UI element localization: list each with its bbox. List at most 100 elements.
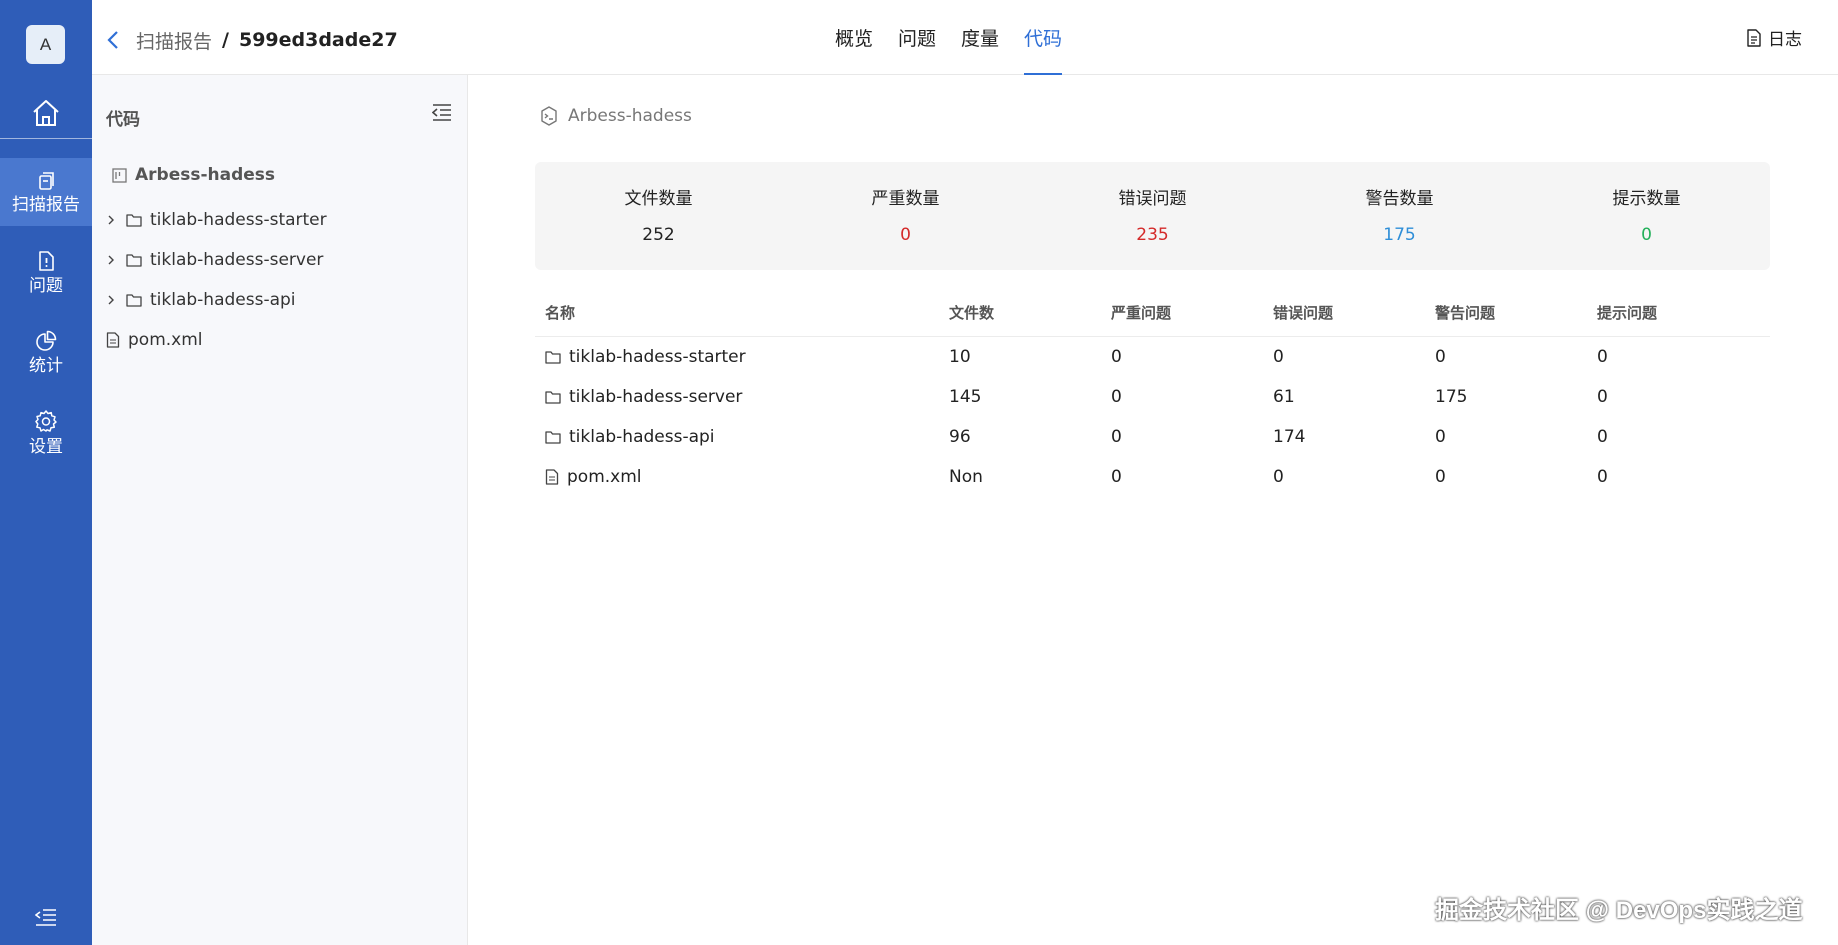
row-name: pom.xml [567, 466, 642, 487]
chevron-right-icon[interactable] [106, 254, 118, 266]
row-name-cell[interactable]: tiklab-hadess-api [535, 417, 939, 457]
row-critical: 0 [1111, 346, 1122, 367]
folder-icon [545, 350, 561, 364]
row-name: tiklab-hadess-starter [569, 346, 746, 367]
tab-bar: 概览 问题 度量 代码 [835, 0, 1063, 75]
tree-item[interactable]: tiklab-hadess-server [106, 250, 323, 270]
folder-icon [545, 390, 561, 404]
tree-root-label: Arbess-hadess [135, 165, 276, 185]
nav-divider [0, 138, 92, 139]
row-files: 96 [949, 426, 971, 447]
column-header-critical: 严重问题 [1101, 290, 1263, 337]
row-warning: 0 [1435, 346, 1446, 367]
stat-label: 警告数量 [1365, 189, 1434, 209]
tab-issues[interactable]: 问题 [898, 0, 936, 75]
report-icon [39, 171, 54, 190]
breadcrumb-current: 599ed3dade27 [238, 29, 398, 51]
row-hint: 0 [1597, 386, 1608, 407]
log-button[interactable]: 日志 [1746, 0, 1802, 75]
column-header-name: 名称 [535, 290, 939, 337]
row-name-cell[interactable]: pom.xml [535, 457, 939, 497]
stat-critical-count: 严重数量 0 [782, 162, 1029, 270]
watermark: 掘金技术社区 @ DevOps实践之道 [1435, 897, 1803, 924]
pie-chart-icon [36, 330, 57, 351]
stat-file-count: 文件数量 252 [535, 162, 782, 270]
files-table: 名称 文件数 严重问题 错误问题 警告问题 提示问题 tiklab-hadess… [535, 290, 1770, 497]
nav-item-scan-report[interactable]: 扫描报告 [0, 158, 92, 226]
nav-item-settings[interactable]: 设置 [0, 398, 92, 466]
folder-icon [545, 430, 561, 444]
home-button[interactable] [0, 88, 92, 138]
table-row[interactable]: tiklab-hadess-server 145 0 61 175 0 [535, 377, 1770, 417]
stat-hint-count: 提示数量 0 [1523, 162, 1770, 270]
row-critical: 0 [1111, 466, 1122, 487]
repo-header: Arbess-hadess [538, 105, 692, 127]
home-icon [33, 100, 59, 126]
top-header: 扫描报告 / 599ed3dade27 概览 问题 度量 代码 日志 [92, 0, 1838, 75]
nav-item-statistics[interactable]: 统计 [0, 318, 92, 386]
row-name: tiklab-hadess-api [569, 426, 715, 447]
row-error: 0 [1273, 466, 1284, 487]
tree-root[interactable]: Arbess-hadess [112, 165, 275, 185]
issue-file-icon [39, 250, 54, 271]
tree-item-label: tiklab-hadess-server [150, 250, 324, 270]
row-name-cell[interactable]: tiklab-hadess-server [535, 377, 939, 417]
avatar[interactable]: A [26, 25, 65, 64]
file-icon [106, 332, 120, 348]
tree-collapse-button[interactable] [432, 103, 452, 121]
row-hint: 0 [1597, 426, 1608, 447]
row-hint: 0 [1597, 466, 1608, 487]
row-critical: 0 [1111, 386, 1122, 407]
table-row[interactable]: pom.xml Non 0 0 0 0 [535, 457, 1770, 497]
nav-item-label: 扫描报告 [12, 194, 80, 215]
column-header-files: 文件数 [939, 290, 1101, 337]
code-tree-panel: 代码 Arbess-hadess tiklab-hadess-starter t… [92, 75, 468, 945]
tree-item[interactable]: pom.xml [106, 330, 203, 350]
tree-item-label: pom.xml [128, 330, 203, 350]
stat-value: 0 [900, 225, 911, 245]
document-icon [1747, 28, 1761, 47]
row-warning: 0 [1435, 426, 1446, 447]
back-chevron-icon[interactable] [106, 30, 120, 50]
menu-collapse-icon [35, 909, 56, 926]
row-files: 145 [949, 386, 982, 407]
tab-metrics[interactable]: 度量 [961, 0, 999, 75]
file-icon [545, 468, 559, 485]
repo-name: Arbess-hadess [568, 106, 692, 126]
row-warning: 0 [1435, 466, 1446, 487]
row-error: 61 [1273, 386, 1295, 407]
stat-label: 提示数量 [1612, 189, 1681, 209]
row-name: tiklab-hadess-server [569, 386, 743, 407]
stat-value: 235 [1136, 225, 1169, 245]
stat-label: 严重数量 [871, 189, 940, 209]
tree-item[interactable]: tiklab-hadess-starter [106, 210, 327, 230]
tree-item[interactable]: tiklab-hadess-api [106, 290, 296, 310]
sidebar-collapse-button[interactable] [0, 902, 92, 932]
tree-title: 代码 [106, 110, 140, 130]
chevron-right-icon[interactable] [106, 294, 118, 306]
log-label: 日志 [1768, 30, 1802, 50]
nav-item-label: 问题 [29, 275, 63, 296]
column-header-hint: 提示问题 [1587, 290, 1770, 337]
breadcrumb: 扫描报告 / 599ed3dade27 [106, 0, 398, 80]
stats-summary: 文件数量 252 严重数量 0 错误问题 235 警告数量 175 提示数量 0 [535, 162, 1770, 270]
gear-icon [35, 409, 57, 432]
repository-icon [112, 167, 127, 183]
table-row[interactable]: tiklab-hadess-api 96 0 174 0 0 [535, 417, 1770, 457]
table-row[interactable]: tiklab-hadess-starter 10 0 0 0 0 [535, 336, 1770, 377]
folder-icon [126, 294, 142, 307]
tree-item-label: tiklab-hadess-starter [150, 210, 327, 230]
breadcrumb-parent[interactable]: 扫描报告 [136, 27, 212, 54]
tree-item-label: tiklab-hadess-api [150, 290, 296, 310]
chevron-right-icon[interactable] [106, 214, 118, 226]
tab-overview[interactable]: 概览 [835, 0, 873, 75]
tab-code[interactable]: 代码 [1024, 0, 1063, 75]
stat-label: 文件数量 [624, 189, 693, 209]
row-files: Non [949, 466, 983, 487]
nav-item-issues[interactable]: 问题 [0, 238, 92, 306]
nav-item-label: 统计 [29, 355, 63, 376]
terminal-icon [541, 106, 557, 126]
stat-value: 0 [1641, 225, 1652, 245]
row-name-cell[interactable]: tiklab-hadess-starter [535, 337, 939, 377]
breadcrumb-separator: / [222, 29, 229, 51]
